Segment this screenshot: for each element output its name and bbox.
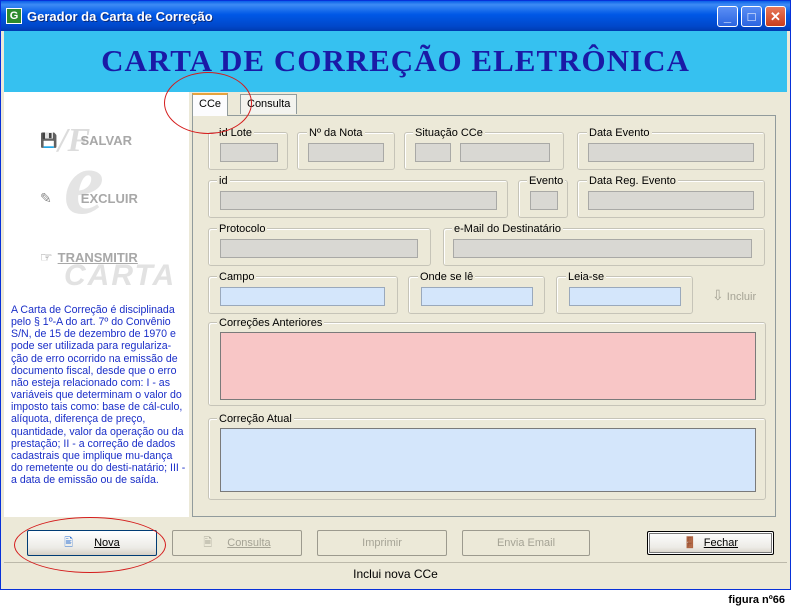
imprimir-button[interactable]: Imprimir bbox=[317, 530, 447, 556]
email-destinatario-label: e-Mail do Destinatário bbox=[452, 223, 563, 235]
window-title: Gerador da Carta de Correção bbox=[27, 9, 213, 24]
situacao-cce-code-field[interactable] bbox=[415, 143, 451, 162]
delete-action[interactable]: ✎ EXCLUIR bbox=[40, 190, 138, 207]
correcao-atual-textarea[interactable] bbox=[220, 428, 756, 492]
save-label: SALVAR bbox=[80, 133, 133, 148]
email-destinatario-field[interactable] bbox=[453, 239, 752, 258]
id-lote-field[interactable] bbox=[220, 143, 278, 162]
down-arrow-icon: ⇩ bbox=[712, 287, 724, 303]
onde-se-le-label: Onde se lê bbox=[418, 271, 476, 283]
protocolo-label: Protocolo bbox=[217, 223, 268, 235]
id-label: id bbox=[217, 175, 230, 187]
save-action[interactable]: 💾 SALVAR bbox=[40, 132, 132, 149]
maximize-button[interactable]: □ bbox=[741, 6, 762, 27]
numero-nota-label: Nº da Nota bbox=[307, 127, 365, 139]
fechar-label: Fechar bbox=[703, 537, 738, 549]
annotation-ellipse-tab bbox=[164, 72, 252, 134]
envia-email-button[interactable]: Envia Email bbox=[462, 530, 590, 556]
disk-icon: 💾 bbox=[40, 132, 58, 148]
data-reg-evento-label: Data Reg. Evento bbox=[587, 175, 678, 187]
protocolo-field[interactable] bbox=[220, 239, 418, 258]
campo-label: Campo bbox=[217, 271, 257, 283]
data-reg-evento-field[interactable] bbox=[588, 191, 754, 210]
data-evento-label: Data Evento bbox=[587, 127, 652, 139]
legal-description: A Carta de Correção é disciplinada pelo … bbox=[11, 304, 186, 487]
leia-se-field[interactable] bbox=[569, 287, 681, 306]
fechar-button[interactable]: 🚪 Fechar bbox=[647, 531, 774, 555]
consulta-button[interactable]: 🗎 Consulta bbox=[172, 530, 302, 556]
correcoes-anteriores-textarea[interactable] bbox=[220, 332, 756, 400]
numero-nota-field[interactable] bbox=[308, 143, 384, 162]
id-field[interactable] bbox=[220, 191, 497, 210]
transmit-action[interactable]: ☞ TRANSMITIR bbox=[40, 249, 138, 266]
incluir-button[interactable]: ⇩ Incluir bbox=[712, 287, 756, 304]
close-button[interactable]: ✕ bbox=[765, 6, 786, 27]
delete-label: EXCLUIR bbox=[80, 191, 138, 206]
leia-se-label: Leia-se bbox=[566, 271, 607, 283]
trash-icon: ✎ bbox=[40, 190, 52, 206]
transmit-label: TRANSMITIR bbox=[57, 250, 138, 265]
status-text: Inclui nova CCe bbox=[353, 567, 438, 581]
search-document-icon: 🗎 bbox=[203, 537, 213, 549]
annotation-ellipse-nova bbox=[14, 517, 166, 573]
side-panel: /F e CARTA 💾 SALVAR ✎ EXCLUIR ☞ TRANSMIT… bbox=[4, 92, 189, 517]
figure-caption: figura nº66 bbox=[728, 594, 785, 606]
title-bar[interactable]: G Gerador da Carta de Correção _ □ ✕ bbox=[1, 1, 790, 31]
exit-door-icon: 🚪 bbox=[682, 537, 697, 549]
incluir-label: Incluir bbox=[726, 291, 757, 303]
onde-se-le-field[interactable] bbox=[421, 287, 533, 306]
situacao-cce-label: Situação CCe bbox=[413, 127, 485, 139]
app-icon: G bbox=[6, 8, 22, 24]
minimize-button[interactable]: _ bbox=[717, 6, 738, 27]
evento-field[interactable] bbox=[530, 191, 558, 210]
evento-label: Evento bbox=[527, 175, 566, 187]
consulta-label: Consulta bbox=[227, 537, 271, 549]
correcao-atual-label: Correção Atual bbox=[217, 413, 294, 425]
correcoes-anteriores-label: Correções Anteriores bbox=[217, 317, 325, 329]
banner-title: CARTA DE CORREÇÃO ELETRÔNICA bbox=[101, 43, 690, 78]
data-evento-field[interactable] bbox=[588, 143, 754, 162]
situacao-cce-field[interactable] bbox=[460, 143, 550, 162]
pointing-hand-icon: ☞ bbox=[40, 249, 53, 265]
campo-field[interactable] bbox=[220, 287, 385, 306]
banner: CARTA DE CORREÇÃO ELETRÔNICA bbox=[4, 31, 787, 92]
